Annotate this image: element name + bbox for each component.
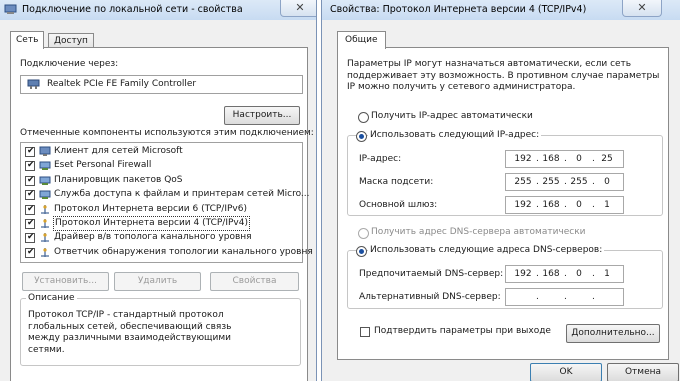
- subnet-mask-label: Маска подсети:: [359, 177, 434, 187]
- component-label: Ответчик обнаружения топологии канальног…: [54, 246, 313, 257]
- info-line: IP можно получить у сетевого администрат…: [347, 82, 576, 92]
- gateway-label: Основной шлюз:: [359, 200, 438, 210]
- ip-address-field[interactable]: 192. 168. 0. 25: [505, 150, 624, 168]
- preferred-dns-label: Предпочитаемый DNS-сервер:: [359, 269, 504, 279]
- component-list-item[interactable]: ✔ Планировщик пакетов QoS: [23, 174, 299, 187]
- network-service-icon: [39, 190, 51, 200]
- checkmark-icon: ✔: [27, 246, 35, 257]
- adapter-box: Realtek PCIe FE Family Controller: [20, 75, 303, 94]
- component-checkbox[interactable]: ✔: [25, 160, 35, 172]
- left-tab-panel: Подключение через: Realtek PCIe FE Famil…: [10, 47, 314, 381]
- manual-ip-radio[interactable]: [356, 131, 367, 142]
- network-service-icon: [39, 176, 51, 185]
- close-icon: ✕: [637, 1, 647, 14]
- manual-dns-radio[interactable]: [356, 246, 367, 257]
- protocol-icon: [41, 233, 49, 243]
- component-checkbox[interactable]: ✔: [25, 203, 35, 215]
- connect-via-label: Подключение через:: [20, 59, 119, 69]
- subnet-mask-field[interactable]: 255. 255. 255. 0: [505, 173, 624, 191]
- install-button[interactable]: Установить...: [22, 272, 109, 291]
- component-list-item[interactable]: ✔ Протокол Интернета версии 6 (TCP/IPv6): [23, 203, 299, 216]
- component-list-item[interactable]: ✔ Eset Personal Firewall: [23, 159, 299, 172]
- advanced-button[interactable]: Дополнительно...: [566, 324, 660, 343]
- network-adapter-icon: [4, 4, 17, 14]
- auto-ip-radio[interactable]: [358, 112, 369, 123]
- auto-dns-label: Получить адрес DNS-сервера автоматически: [371, 227, 586, 237]
- checkmark-icon: ✔: [27, 232, 35, 243]
- checkmark-icon: ✔: [27, 189, 35, 200]
- ipv4-properties-window: Свойства: Протокол Интернета версии 4 (T…: [321, 0, 680, 381]
- components-list: ✔ Клиент для сетей Microsoft ✔ Eset Persona…: [20, 142, 313, 263]
- manual-ip-label: Использовать следующий IP-адрес:: [368, 130, 542, 140]
- description-text: Протокол TCP/IP - стандартный протокол г…: [28, 310, 232, 355]
- checkmark-icon: ✔: [27, 174, 35, 185]
- manual-dns-label: Использовать следующие адреса DNS-сервер…: [368, 245, 605, 255]
- left-titlebar[interactable]: Подключение по локальной сети - свойства…: [0, 0, 316, 20]
- gateway-field[interactable]: 192. 168. 0. 1: [505, 196, 624, 214]
- component-label: Планировщик пакетов QoS: [54, 174, 183, 185]
- right-close-button[interactable]: ✕: [622, 0, 662, 17]
- checkmark-icon: ✔: [27, 146, 35, 156]
- protocol-icon: [41, 219, 49, 228]
- manual-dns-group: Использовать следующие адреса DNS-сервер…: [347, 245, 663, 309]
- alternate-dns-label: Альтернативный DNS-сервер:: [359, 292, 501, 302]
- protocol-icon: [41, 247, 49, 257]
- component-label: Протокол Интернета версии 4 (TCP/IPv4): [53, 216, 250, 231]
- component-list-item[interactable]: ✔ Служба доступа к файлам и принтерам сет…: [23, 188, 310, 201]
- component-list-item[interactable]: ✔ Протокол Интернета версии 4 (TCP/IPv4): [23, 216, 299, 231]
- alternate-dns-field[interactable]: . . .: [505, 288, 624, 306]
- component-checkbox[interactable]: ✔: [25, 232, 35, 244]
- component-checkbox[interactable]: ✔: [25, 189, 35, 201]
- adapter-name: Realtek PCIe FE Family Controller: [47, 79, 197, 89]
- component-checkbox[interactable]: ✔: [25, 174, 35, 186]
- component-checkbox[interactable]: ✔: [25, 246, 35, 258]
- remove-button[interactable]: Удалить: [114, 272, 201, 291]
- component-list-item[interactable]: ✔ Драйвер в/в тополога канального уровня: [23, 231, 299, 244]
- properties-button[interactable]: Свойства: [210, 272, 299, 291]
- network-card-icon: [27, 79, 40, 89]
- left-close-button[interactable]: ✕: [280, 0, 316, 17]
- ok-button[interactable]: OK: [530, 363, 602, 381]
- right-tab-panel: Параметры IP могут назначаться автоматич…: [337, 47, 669, 360]
- component-label: Драйвер в/в тополога канального уровня: [54, 232, 252, 243]
- close-icon: ✕: [295, 1, 305, 14]
- component-label: Служба доступа к файлам и принтерам сете…: [54, 189, 310, 200]
- auto-dns-radio[interactable]: [358, 228, 369, 239]
- ip-address-label: IP-адрес:: [359, 154, 402, 164]
- preferred-dns-field[interactable]: 192. 168. 0. 1: [505, 265, 624, 283]
- description-title: Описание: [26, 293, 77, 303]
- info-text: Параметры IP могут назначаться автоматич…: [347, 59, 659, 94]
- right-window-title: Свойства: Протокол Интернета версии 4 (T…: [330, 4, 587, 15]
- checkmark-icon: ✔: [27, 218, 35, 228]
- validate-checkbox[interactable]: [360, 327, 370, 337]
- right-titlebar[interactable]: Свойства: Протокол Интернета версии 4 (T…: [322, 0, 680, 20]
- component-checkbox[interactable]: ✔: [25, 146, 35, 157]
- cancel-button[interactable]: Отмена: [607, 363, 679, 381]
- network-service-icon: [39, 161, 51, 171]
- component-label: Eset Personal Firewall: [54, 160, 152, 171]
- info-line: поддерживает эту возможность. В противно…: [347, 70, 660, 81]
- component-label: Протокол Интернета версии 6 (TCP/IPv6): [54, 203, 247, 214]
- component-list-item[interactable]: ✔ Клиент для сетей Microsoft: [23, 145, 299, 158]
- manual-ip-group: Использовать следующий IP-адрес: IP-адре…: [347, 130, 663, 216]
- network-client-icon: [39, 146, 51, 156]
- configure-button[interactable]: Настроить...: [224, 106, 300, 125]
- checkmark-icon: ✔: [27, 203, 35, 214]
- info-line: Параметры IP могут назначаться автоматич…: [347, 59, 632, 69]
- component-list-item[interactable]: ✔ Ответчик обнаружения топологии канально…: [23, 246, 313, 259]
- auto-ip-label: Получить IP-адрес автоматически: [371, 111, 533, 121]
- components-label: Отмеченные компоненты используются этим …: [20, 128, 314, 138]
- tab-general[interactable]: Общие: [337, 31, 386, 49]
- component-checkbox[interactable]: ✔: [25, 218, 35, 229]
- description-group: Описание Протокол TCP/IP - стандартный п…: [20, 293, 301, 366]
- validate-label: Подтвердить параметры при выходе: [374, 326, 551, 336]
- left-window-title: Подключение по локальной сети - свойства: [22, 4, 243, 15]
- connection-properties-window: Подключение по локальной сети - свойства…: [0, 0, 317, 381]
- component-label: Клиент для сетей Microsoft: [54, 146, 183, 156]
- protocol-icon: [41, 204, 49, 214]
- tab-sharing[interactable]: Доступ: [48, 33, 94, 48]
- tab-network[interactable]: Сеть: [10, 31, 45, 49]
- checkmark-icon: ✔: [27, 160, 35, 171]
